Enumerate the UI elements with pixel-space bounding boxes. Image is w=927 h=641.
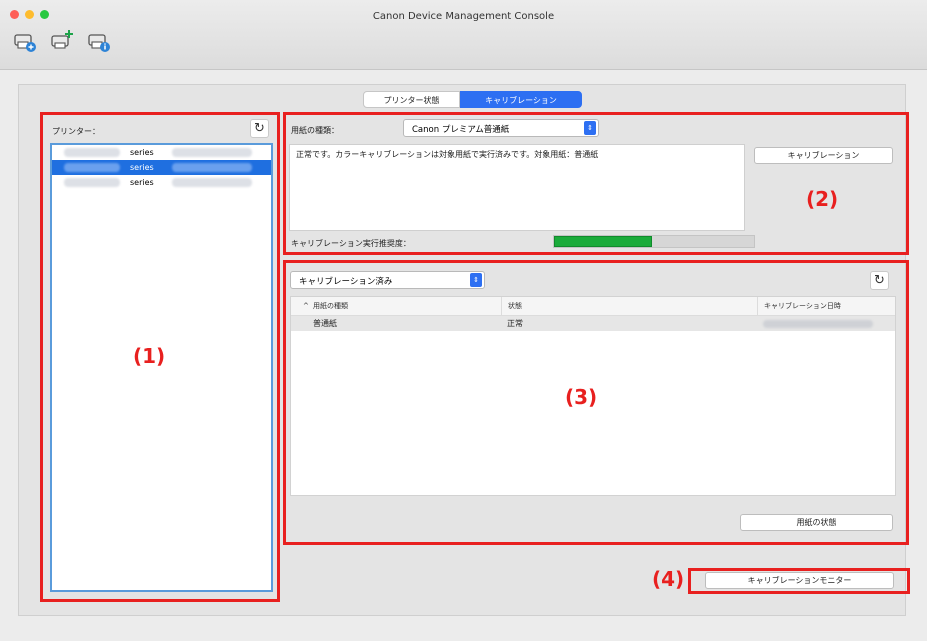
- select-arrow-icon: ⇕: [584, 121, 596, 135]
- callout-2: (2): [806, 187, 839, 211]
- paper-status-button[interactable]: 用紙の状態: [740, 514, 893, 531]
- calibration-monitor-button[interactable]: キャリブレーションモニター: [705, 572, 894, 589]
- callout-1: (1): [133, 344, 166, 368]
- calibration-filter-value: キャリブレーション済み: [299, 277, 393, 287]
- column-status[interactable]: 状態: [501, 297, 522, 315]
- media-type-select[interactable]: Canon プレミアム普通紙 ⇕: [403, 119, 599, 137]
- callout-4: (4): [652, 567, 685, 591]
- printer-name-redacted: [64, 178, 120, 187]
- list-item[interactable]: series: [52, 175, 271, 190]
- row-date-redacted: [763, 320, 873, 328]
- printer-name-redacted: [172, 163, 252, 172]
- printer-name-redacted: [172, 178, 252, 187]
- table-header: ^ 用紙の種類 状態 キャリブレーション日時: [291, 297, 895, 316]
- printer-label: プリンター：: [52, 127, 100, 136]
- media-type-label: 用紙の種類：: [291, 126, 339, 135]
- calibration-progress-bar: [553, 235, 755, 248]
- printer-name-redacted: [172, 148, 252, 157]
- printer-series: series: [130, 148, 154, 157]
- sort-ascending-icon[interactable]: ^: [303, 297, 309, 315]
- calibration-message: 正常です。カラーキャリブレーションは対象用紙で実行済みです。対象用紙：普通紙: [296, 150, 599, 159]
- printer-info-icon[interactable]: [86, 28, 112, 54]
- list-item[interactable]: series: [52, 160, 271, 175]
- printer-series: series: [130, 178, 154, 187]
- cloud-add-icon[interactable]: [49, 28, 75, 54]
- tab-printer-status[interactable]: プリンター状態: [363, 91, 460, 108]
- row-media-type: 普通紙: [313, 319, 337, 328]
- printer-name-redacted: [64, 163, 120, 172]
- calibration-filter-select[interactable]: キャリブレーション済み ⇕: [290, 271, 485, 289]
- tab-calibration[interactable]: キャリブレーション: [460, 91, 582, 108]
- refresh-printers-icon[interactable]: ↻: [250, 119, 269, 138]
- table-row[interactable]: 普通紙 正常: [291, 316, 895, 331]
- column-calibration-date[interactable]: キャリブレーション日時: [757, 297, 841, 315]
- media-type-value: Canon プレミアム普通紙: [412, 125, 510, 135]
- calibrate-button[interactable]: キャリブレーション: [754, 147, 893, 164]
- list-item[interactable]: series: [52, 145, 271, 160]
- printer-series: series: [130, 163, 154, 172]
- callout-3: (3): [565, 385, 598, 409]
- progress-label: キャリブレーション実行推奨度：: [291, 239, 411, 248]
- select-arrow-icon: ⇕: [470, 273, 482, 287]
- row-status: 正常: [507, 319, 523, 328]
- column-media-type[interactable]: 用紙の種類: [313, 297, 348, 315]
- refresh-history-icon[interactable]: ↻: [870, 271, 889, 290]
- printer-name-redacted: [64, 148, 120, 157]
- calibration-progress-fill: [554, 236, 652, 247]
- window-title: Canon Device Management Console: [372, 11, 555, 22]
- add-printer-icon[interactable]: [12, 28, 38, 54]
- calibration-message-box: 正常です。カラーキャリブレーションは対象用紙で実行済みです。対象用紙：普通紙: [289, 144, 745, 231]
